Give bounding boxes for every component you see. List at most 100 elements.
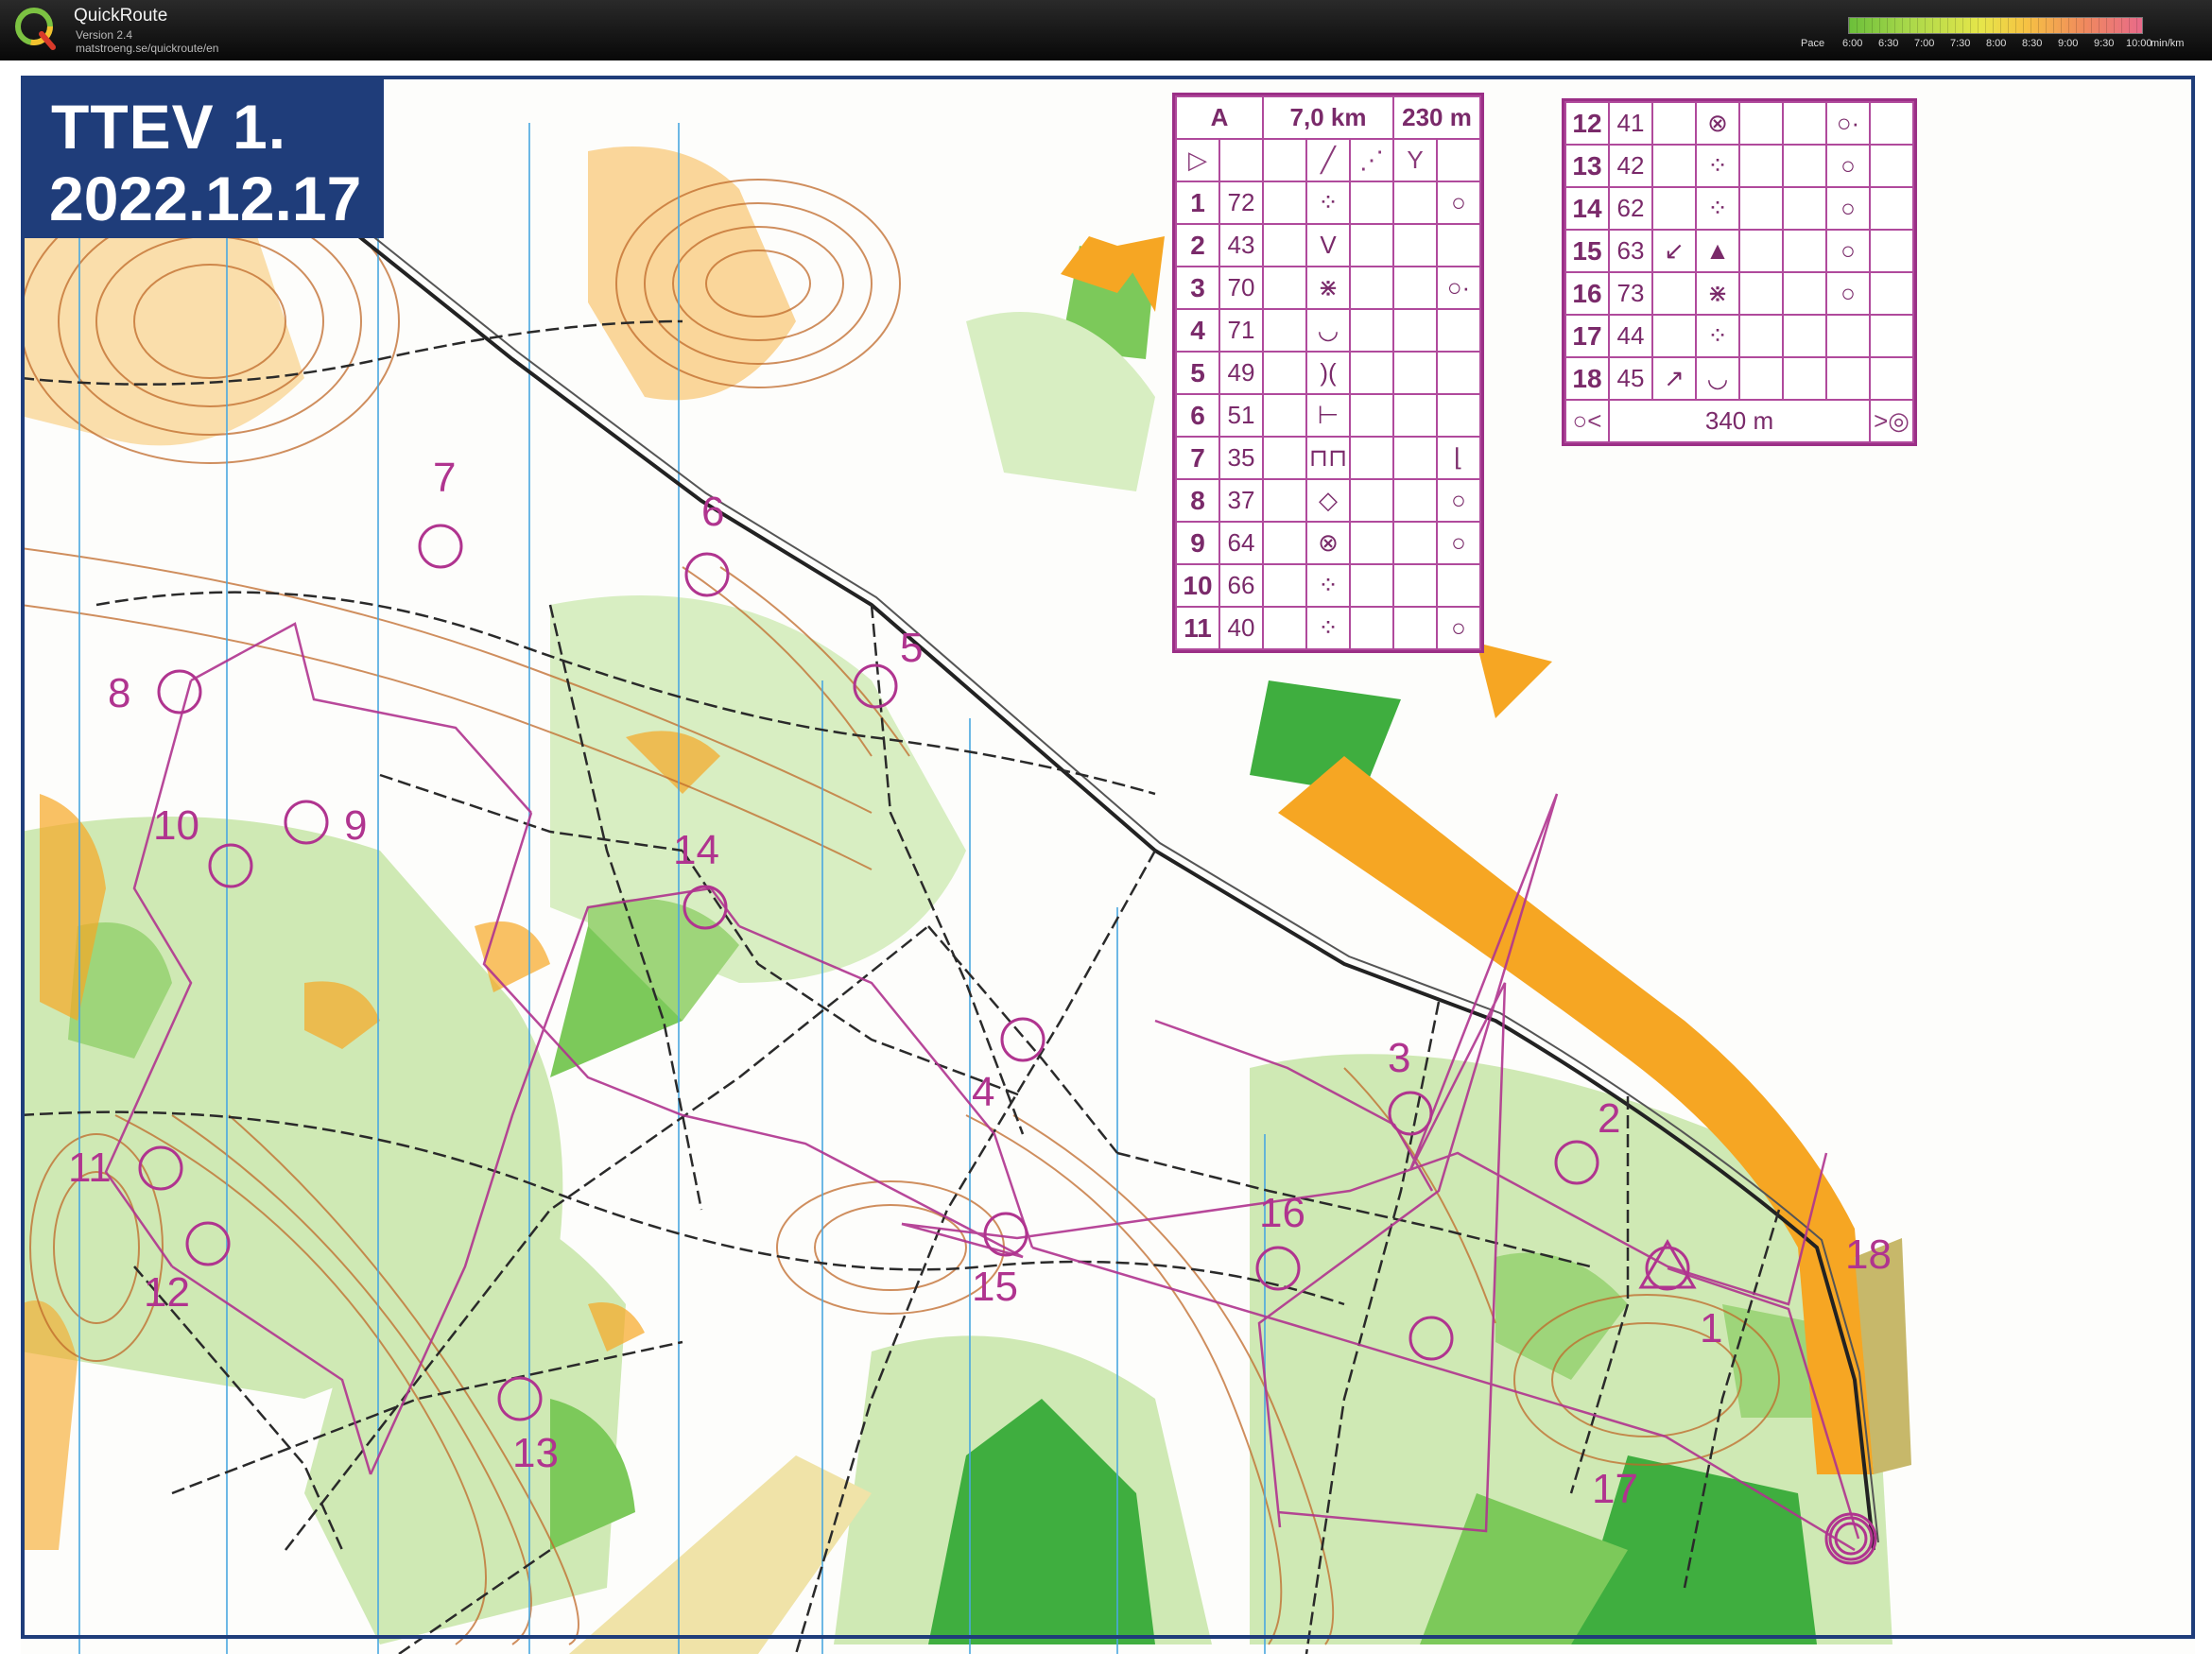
control-number: 1 — [1175, 181, 1220, 225]
pace-legend: Pace 6:00 6:30 7:00 7:30 8:00 8:30 9:00 … — [1801, 17, 2198, 55]
pace-tick: 8:30 — [2022, 38, 2043, 49]
map-control-number: 11 — [68, 1145, 112, 1191]
control-code: 66 — [1218, 563, 1264, 608]
map-control-number: 14 — [673, 827, 719, 873]
map-control-number: 7 — [433, 455, 456, 501]
track-icon: ⋰ — [1349, 138, 1394, 182]
control-code: 42 — [1608, 144, 1653, 188]
control-code: 37 — [1218, 478, 1264, 523]
vegetation-layer — [21, 246, 1892, 1644]
control-code: 73 — [1608, 271, 1653, 316]
control-location-icon: ○· — [1436, 266, 1481, 310]
pace-tick: 9:30 — [2094, 38, 2115, 49]
map-control-number: 3 — [1388, 1035, 1410, 1081]
control-location-icon — [1436, 563, 1481, 608]
control-feature-icon: ◇ — [1305, 478, 1351, 523]
control-feature-icon: ⁘ — [1695, 144, 1740, 188]
control-number: 13 — [1564, 144, 1610, 188]
control-feature-icon: ⊗ — [1695, 101, 1740, 146]
map-control-number: 6 — [701, 489, 724, 535]
control-code: 49 — [1218, 351, 1264, 395]
finish-funnel-icon: ○< — [1564, 399, 1610, 443]
control-code: 71 — [1218, 308, 1264, 353]
app-title-bar: QuickRoute Version 2.4 matstroeng.se/qui… — [0, 0, 2212, 60]
control-code: 44 — [1608, 314, 1653, 358]
pace-label: Pace — [1801, 38, 1825, 49]
control-direction-icon — [1651, 186, 1697, 231]
pace-tick: 9:00 — [2058, 38, 2079, 49]
control-location-icon — [1436, 351, 1481, 395]
control-circle-7[interactable] — [418, 524, 463, 569]
control-location-icon: ○ — [1825, 186, 1871, 231]
finish-icon: >◎ — [1869, 399, 1914, 443]
control-location-icon — [1825, 314, 1871, 358]
control-number: 3 — [1175, 266, 1220, 310]
control-code: 72 — [1218, 181, 1264, 225]
map-control-number: 4 — [972, 1069, 994, 1115]
map-title: TTEV 1. — [51, 92, 287, 162]
control-number: 18 — [1564, 356, 1610, 401]
course-climb: 230 m — [1392, 95, 1481, 140]
control-code: 51 — [1218, 393, 1264, 438]
app-name: QuickRoute — [74, 6, 168, 26]
control-number: 2 — [1175, 223, 1220, 267]
control-location-icon: ○· — [1825, 101, 1871, 146]
course-length: 7,0 km — [1262, 95, 1394, 140]
control-circle-4[interactable] — [1000, 1017, 1046, 1062]
control-direction-icon: ↗ — [1651, 356, 1697, 401]
control-circle-8[interactable] — [157, 669, 202, 714]
control-number: 6 — [1175, 393, 1220, 438]
pace-tick: 6:30 — [1878, 38, 1899, 49]
control-direction-icon — [1651, 101, 1697, 146]
control-number: 5 — [1175, 351, 1220, 395]
map-control-number: 13 — [512, 1430, 559, 1476]
finish-distance: 340 m — [1608, 399, 1871, 443]
control-location-icon: ○ — [1436, 606, 1481, 650]
control-code: 70 — [1218, 266, 1264, 310]
control-code: 64 — [1218, 521, 1264, 565]
control-code: 45 — [1608, 356, 1653, 401]
control-code: 35 — [1218, 436, 1264, 480]
control-location-icon: ⌊ — [1436, 436, 1481, 480]
map-title-box: TTEV 1. 2022.12.17 — [21, 79, 384, 238]
control-number: 4 — [1175, 308, 1220, 353]
control-code: 62 — [1608, 186, 1653, 231]
map-control-number: 16 — [1259, 1190, 1305, 1236]
control-location-icon — [1436, 393, 1481, 438]
control-feature-icon: ◡ — [1305, 308, 1351, 353]
pace-tick: 7:00 — [1914, 38, 1935, 49]
map-control-number: 5 — [900, 625, 923, 671]
control-location-icon: ○ — [1825, 144, 1871, 188]
path-icon: ╱ — [1305, 138, 1351, 182]
control-location-icon — [1436, 308, 1481, 353]
control-feature-icon: ⁘ — [1695, 314, 1740, 358]
start-icon: ▷ — [1175, 138, 1220, 182]
map-control-number: 18 — [1845, 1231, 1892, 1278]
pace-tick: 8:00 — [1986, 38, 2007, 49]
control-code: 43 — [1218, 223, 1264, 267]
map-control-number: 15 — [972, 1264, 1018, 1310]
control-feature-icon: ⋇ — [1695, 271, 1740, 316]
control-direction-icon: ↙ — [1651, 229, 1697, 273]
control-location-icon: ○ — [1436, 181, 1481, 225]
control-number: 9 — [1175, 521, 1220, 565]
map-date: 2022.12.17 — [49, 164, 362, 233]
pace-unit: min/km — [2151, 38, 2185, 49]
control-descriptions-right: 12 41 ⊗ ○· 13 42 ⁘ ○ 14 62 ⁘ ○ 15 63 ↙ ▲… — [1562, 98, 1917, 446]
control-code: 40 — [1218, 606, 1264, 650]
app-url[interactable]: matstroeng.se/quickroute/en — [76, 42, 218, 55]
control-number: 12 — [1564, 101, 1610, 146]
control-direction-icon — [1651, 271, 1697, 316]
course-class: A — [1175, 95, 1264, 140]
control-descriptions-left: A 7,0 km 230 m ▷ ╱ ⋰ Y 1 72 ⁘ ○ 2 43 V 3… — [1172, 93, 1484, 653]
control-direction-icon — [1651, 144, 1697, 188]
control-feature-icon: ⁘ — [1695, 186, 1740, 231]
control-location-icon: ○ — [1436, 478, 1481, 523]
control-code: 41 — [1608, 101, 1653, 146]
control-location-icon — [1436, 223, 1481, 267]
map-control-number: 2 — [1598, 1095, 1620, 1142]
control-number: 17 — [1564, 314, 1610, 358]
control-number: 16 — [1564, 271, 1610, 316]
control-number: 7 — [1175, 436, 1220, 480]
control-feature-icon: ⁘ — [1305, 181, 1351, 225]
